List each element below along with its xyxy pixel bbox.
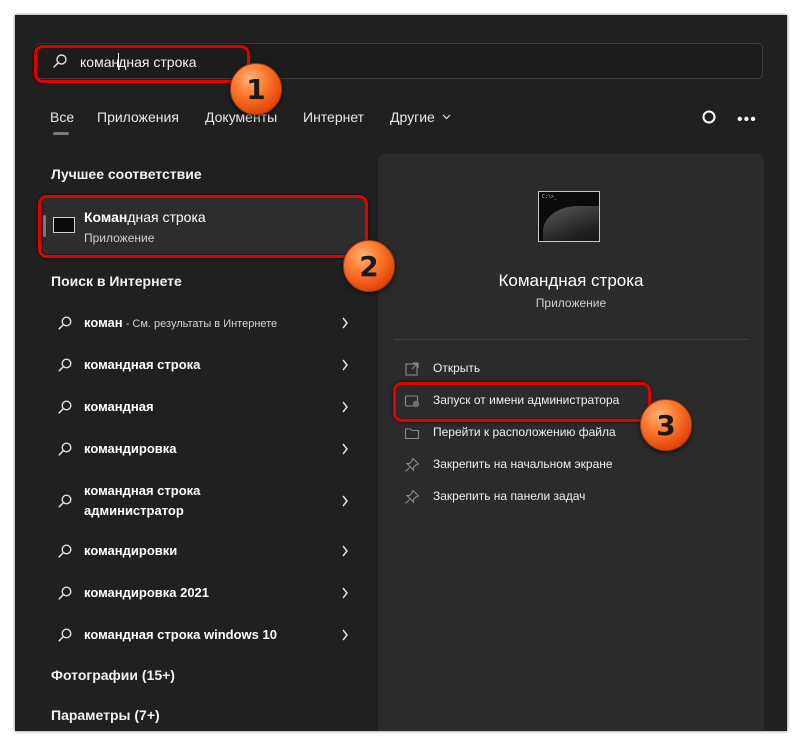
- highlight-run-as-admin: [393, 382, 651, 422]
- preview-panel: C:\>_ Командная строка Приложение Открыт…: [378, 154, 764, 731]
- tab-all[interactable]: Все: [50, 109, 74, 135]
- tab-internet[interactable]: Интернет: [303, 109, 364, 125]
- web-result-item[interactable]: командная строка: [43, 355, 365, 375]
- web-result-label-line2: администратор: [84, 503, 184, 518]
- web-result-bold: коман: [84, 315, 123, 330]
- search-icon: [58, 544, 72, 558]
- tab-other-label: Другие: [390, 109, 435, 125]
- web-result-label: командировка: [84, 441, 177, 456]
- photos-heading[interactable]: Фотографии (15+): [51, 667, 175, 683]
- action-label: Закрепить на панели задач: [433, 489, 586, 503]
- chevron-right-icon: [342, 443, 348, 455]
- chevron-right-icon: [342, 359, 348, 371]
- web-result-item[interactable]: командная строка windows 10: [43, 625, 365, 645]
- step-badge-1: 1: [230, 63, 282, 115]
- preview-title: Командная строка: [498, 271, 644, 290]
- cmd-icon-glow: [543, 206, 599, 241]
- step-badge-3: 3: [640, 399, 692, 451]
- step-badge-number: 2: [359, 250, 379, 283]
- web-result-label: командировки: [84, 543, 178, 558]
- search-icon: [58, 628, 72, 642]
- settings-heading[interactable]: Параметры (7+): [51, 707, 160, 723]
- web-result-item[interactable]: командная строка администратор: [43, 481, 365, 521]
- web-result-item[interactable]: командная: [43, 397, 365, 417]
- action-pin-start[interactable]: Закрепить на начальном экране: [404, 455, 734, 475]
- web-result-label: командная строка: [84, 357, 201, 372]
- web-result-item[interactable]: командировка 2021: [43, 583, 365, 603]
- more-icon[interactable]: •••: [737, 111, 757, 129]
- action-label: Перейти к расположению файла: [433, 425, 616, 439]
- pin-icon: [405, 457, 420, 472]
- chevron-right-icon: [342, 317, 348, 329]
- web-result-label: командная: [84, 399, 154, 414]
- web-result-label: командировка 2021: [84, 585, 210, 600]
- chevron-right-icon: [342, 587, 348, 599]
- tab-other[interactable]: Другие: [390, 109, 451, 125]
- web-result-label: командная строка: [84, 483, 201, 498]
- cmd-icon-prompt: C:\>_: [542, 194, 558, 200]
- circle-icon[interactable]: [701, 109, 717, 125]
- step-badge-number: 3: [656, 409, 676, 442]
- chevron-right-icon: [342, 629, 348, 641]
- search-window: командная строка Все Приложения Документ…: [15, 15, 787, 731]
- pin-icon: [405, 489, 420, 504]
- web-result-label: коман - См. результаты в Интернете: [84, 313, 277, 334]
- folder-icon: [404, 428, 420, 440]
- web-result-item[interactable]: командировки: [43, 541, 365, 561]
- divider: [394, 339, 748, 340]
- tab-apps[interactable]: Приложения: [97, 109, 179, 125]
- step-badge-2: 2: [343, 240, 395, 292]
- web-result-hint: - См. результаты в Интернете: [122, 318, 278, 330]
- search-icon: [58, 316, 72, 330]
- chevron-right-icon: [342, 495, 348, 507]
- highlight-best-match: [38, 195, 368, 258]
- chevron-right-icon: [342, 545, 348, 557]
- action-label: Закрепить на начальном экране: [433, 457, 613, 471]
- action-open[interactable]: Открыть: [404, 359, 734, 379]
- action-pin-taskbar[interactable]: Закрепить на панели задач: [404, 487, 734, 507]
- search-icon: [58, 494, 72, 508]
- web-result-label: командная строка windows 10: [84, 627, 277, 642]
- search-icon: [58, 586, 72, 600]
- web-search-heading: Поиск в Интернете: [51, 273, 182, 289]
- search-icon: [58, 358, 72, 372]
- chevron-down-icon: [442, 114, 451, 120]
- step-badge-number: 1: [246, 73, 266, 106]
- search-icon: [58, 400, 72, 414]
- web-result-item[interactable]: коман - См. результаты в Интернете: [43, 313, 365, 333]
- web-result-item[interactable]: командировка: [43, 439, 365, 459]
- best-match-heading: Лучшее соответствие: [51, 166, 202, 182]
- cmd-large-icon: C:\>_: [538, 191, 600, 242]
- action-label: Открыть: [433, 361, 481, 375]
- chevron-right-icon: [342, 401, 348, 413]
- open-icon: [405, 362, 419, 376]
- highlight-search: [34, 45, 250, 83]
- search-icon: [58, 442, 72, 456]
- preview-type: Приложение: [535, 296, 607, 310]
